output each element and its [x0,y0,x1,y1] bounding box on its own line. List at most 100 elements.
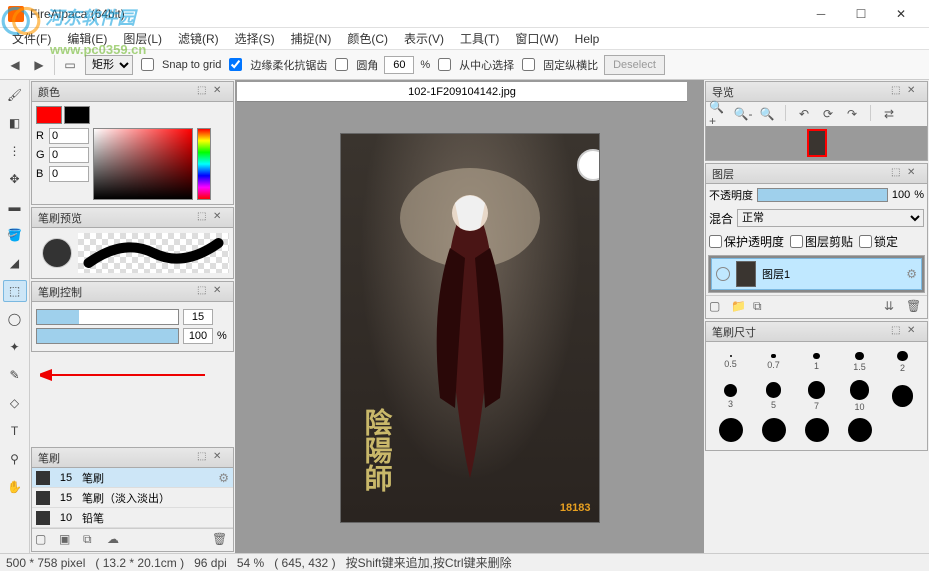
brush-size-cell[interactable]: 0.5 [710,346,751,378]
background-swatch[interactable] [64,106,90,124]
brush-list-item[interactable]: 15 笔刷 ⚙ [32,468,233,488]
close-icon[interactable]: ✕ [907,85,921,99]
undock-icon[interactable]: ⬚ [891,325,905,339]
rotate-left-icon[interactable]: ↶ [794,105,814,123]
minimize-button[interactable]: ─ [801,0,841,28]
menu-tools[interactable]: 工具(T) [452,28,507,49]
zoom-in-icon[interactable]: 🔍+ [709,105,729,123]
brush-size-cell[interactable]: 7 [796,380,837,412]
rotate-reset-icon[interactable]: ⟳ [818,105,838,123]
fixed-checkbox[interactable] [522,58,535,71]
delete-brush-icon[interactable]: 🗑 [212,532,230,548]
color-gradient[interactable] [93,128,193,200]
redo-button[interactable]: ▶ [30,56,48,74]
brush-size-cell[interactable] [753,414,794,446]
brush-size-cell[interactable] [839,414,880,446]
shape-tool[interactable]: ◇ [3,392,27,414]
lasso-tool[interactable]: ◯ [3,308,27,330]
canvas-viewport[interactable]: 陰陽師 18183 [235,102,704,553]
round-input[interactable] [384,56,414,74]
cloud-icon[interactable]: ☁ [107,532,125,548]
undock-icon[interactable]: ⬚ [891,167,905,181]
undock-icon[interactable]: ⬚ [197,85,211,99]
brush-size-cell[interactable]: 5 [753,380,794,412]
brush-size-cell[interactable]: 2 [882,346,923,378]
brush-size-cell[interactable] [796,414,837,446]
menu-filter[interactable]: 滤镜(R) [170,28,227,49]
flip-icon[interactable]: ⇄ [879,105,899,123]
close-icon[interactable]: ✕ [213,85,227,99]
center-checkbox[interactable] [438,58,451,71]
b-input[interactable] [49,166,89,182]
select-tool[interactable]: ⬚ [3,280,27,302]
eyedropper-tool[interactable]: ⚲ [3,448,27,470]
layer-item[interactable]: 图层1 ⚙ [711,258,922,290]
menu-layer[interactable]: 图层(L) [115,28,170,49]
brush-tool[interactable]: 🖌 [3,84,27,106]
delete-layer-icon[interactable]: 🗑 [906,299,924,315]
round-checkbox[interactable] [335,58,348,71]
dup-layer-icon[interactable]: ⧉ [753,299,771,315]
undock-icon[interactable]: ⬚ [197,451,211,465]
clip-checkbox[interactable] [790,235,803,248]
menu-edit[interactable]: 编辑(E) [59,28,115,49]
gear-icon[interactable]: ⚙ [906,267,917,281]
move-tool[interactable]: ✥ [3,168,27,190]
menu-snap[interactable]: 捕捉(N) [283,28,340,49]
brush-size-cell[interactable]: 10 [839,380,880,412]
undock-icon[interactable]: ⬚ [891,85,905,99]
gradient-tool[interactable]: ◢ [3,252,27,274]
menu-file[interactable]: 文件(F) [4,28,59,49]
menu-select[interactable]: 选择(S) [227,28,283,49]
add-brush2-icon[interactable]: ▣ [59,532,77,548]
brush-list-item[interactable]: 10 铅笔 [32,508,233,528]
merge-icon[interactable]: ⇊ [884,299,902,315]
maximize-button[interactable]: ☐ [841,0,881,28]
deselect-button[interactable]: Deselect [604,55,665,75]
undo-button[interactable]: ◀ [6,56,24,74]
brush-size-cell[interactable]: 1 [796,346,837,378]
menu-help[interactable]: Help [567,30,608,48]
close-button[interactable]: ✕ [881,0,921,28]
undock-icon[interactable]: ⬚ [197,285,211,299]
hue-slider[interactable] [197,128,211,200]
close-icon[interactable]: ✕ [213,451,227,465]
undock-icon[interactable]: ⬚ [197,211,211,225]
pen-tool[interactable]: ✎ [3,364,27,386]
protect-checkbox[interactable] [709,235,722,248]
brush-size-cell[interactable]: 1.5 [839,346,880,378]
hand-tool[interactable]: ✋ [3,476,27,498]
document-tab[interactable]: 102-1F209104142.jpg [237,82,687,102]
gear-icon[interactable]: ⚙ [218,471,229,485]
snap-checkbox[interactable] [141,58,154,71]
close-icon[interactable]: ✕ [213,285,227,299]
eraser-tool[interactable]: ◧ [3,112,27,134]
brush-size-cell[interactable]: 0.7 [753,346,794,378]
menu-view[interactable]: 表示(V) [396,28,452,49]
shape-select[interactable]: 矩形 [85,55,133,75]
zoom-fit-icon[interactable]: 🔍 [757,105,777,123]
r-input[interactable] [49,128,89,144]
wand-tool[interactable]: ✦ [3,336,27,358]
brush-opacity-input[interactable] [183,328,213,344]
text-tool[interactable]: T [3,420,27,442]
visibility-icon[interactable] [716,267,730,281]
brush-opacity-slider[interactable] [36,328,179,344]
bucket-tool[interactable]: 🪣 [3,224,27,246]
brush-size-cell[interactable] [882,380,923,412]
blend-select[interactable]: 正常 [737,209,924,227]
brush-size-slider[interactable] [36,309,179,325]
menu-window[interactable]: 窗口(W) [507,28,566,49]
brush-list-item[interactable]: 15 笔刷（淡入淡出） [32,488,233,508]
rotate-right-icon[interactable]: ↷ [842,105,862,123]
g-input[interactable] [49,147,89,163]
brush-size-cell[interactable]: 3 [710,380,751,412]
new-folder-icon[interactable]: 📁 [731,299,749,315]
brush-size-cell[interactable] [710,414,751,446]
menu-color[interactable]: 颜色(C) [339,28,396,49]
close-icon[interactable]: ✕ [213,211,227,225]
zoom-out-icon[interactable]: 🔍- [733,105,753,123]
dot-tool[interactable]: ⋮ [3,140,27,162]
brush-size-input[interactable] [183,309,213,325]
lock-checkbox[interactable] [859,235,872,248]
